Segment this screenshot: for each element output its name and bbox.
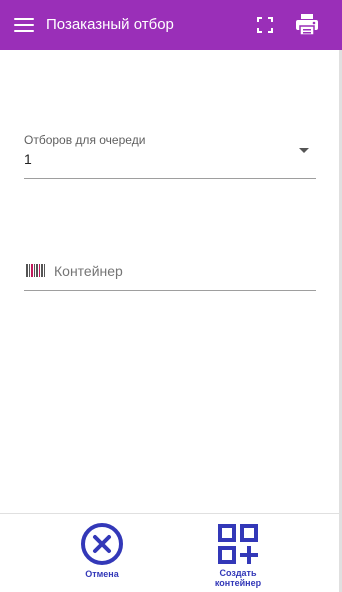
fullscreen-icon[interactable] bbox=[256, 16, 274, 34]
barcode-icon bbox=[26, 264, 46, 277]
hamburger-menu-icon[interactable] bbox=[14, 17, 34, 33]
dropdown-arrow-icon[interactable] bbox=[299, 148, 309, 153]
queue-field-underline bbox=[24, 178, 316, 179]
queue-field-label: Отборов для очереди bbox=[24, 133, 146, 147]
printer-icon[interactable] bbox=[295, 14, 319, 36]
page-title: Позаказный отбор bbox=[46, 16, 174, 33]
queue-field-value[interactable]: 1 bbox=[24, 151, 32, 167]
app-bar: Позаказный отбор bbox=[0, 0, 342, 50]
create-label-line2: контейнер bbox=[214, 578, 262, 588]
bottom-bar-divider bbox=[0, 513, 342, 514]
cancel-button[interactable]: Отмена bbox=[72, 520, 132, 579]
qr-add-icon bbox=[218, 524, 258, 564]
cancel-label: Отмена bbox=[85, 569, 119, 579]
create-container-button[interactable]: Создать контейнер bbox=[198, 520, 278, 588]
create-label-line1: Создать bbox=[219, 568, 257, 578]
cancel-circle-icon bbox=[81, 523, 123, 565]
container-input[interactable] bbox=[54, 260, 316, 282]
screen: Позаказный отбор Отборов для очереди 1 К… bbox=[0, 0, 342, 592]
container-field-underline bbox=[24, 290, 316, 291]
